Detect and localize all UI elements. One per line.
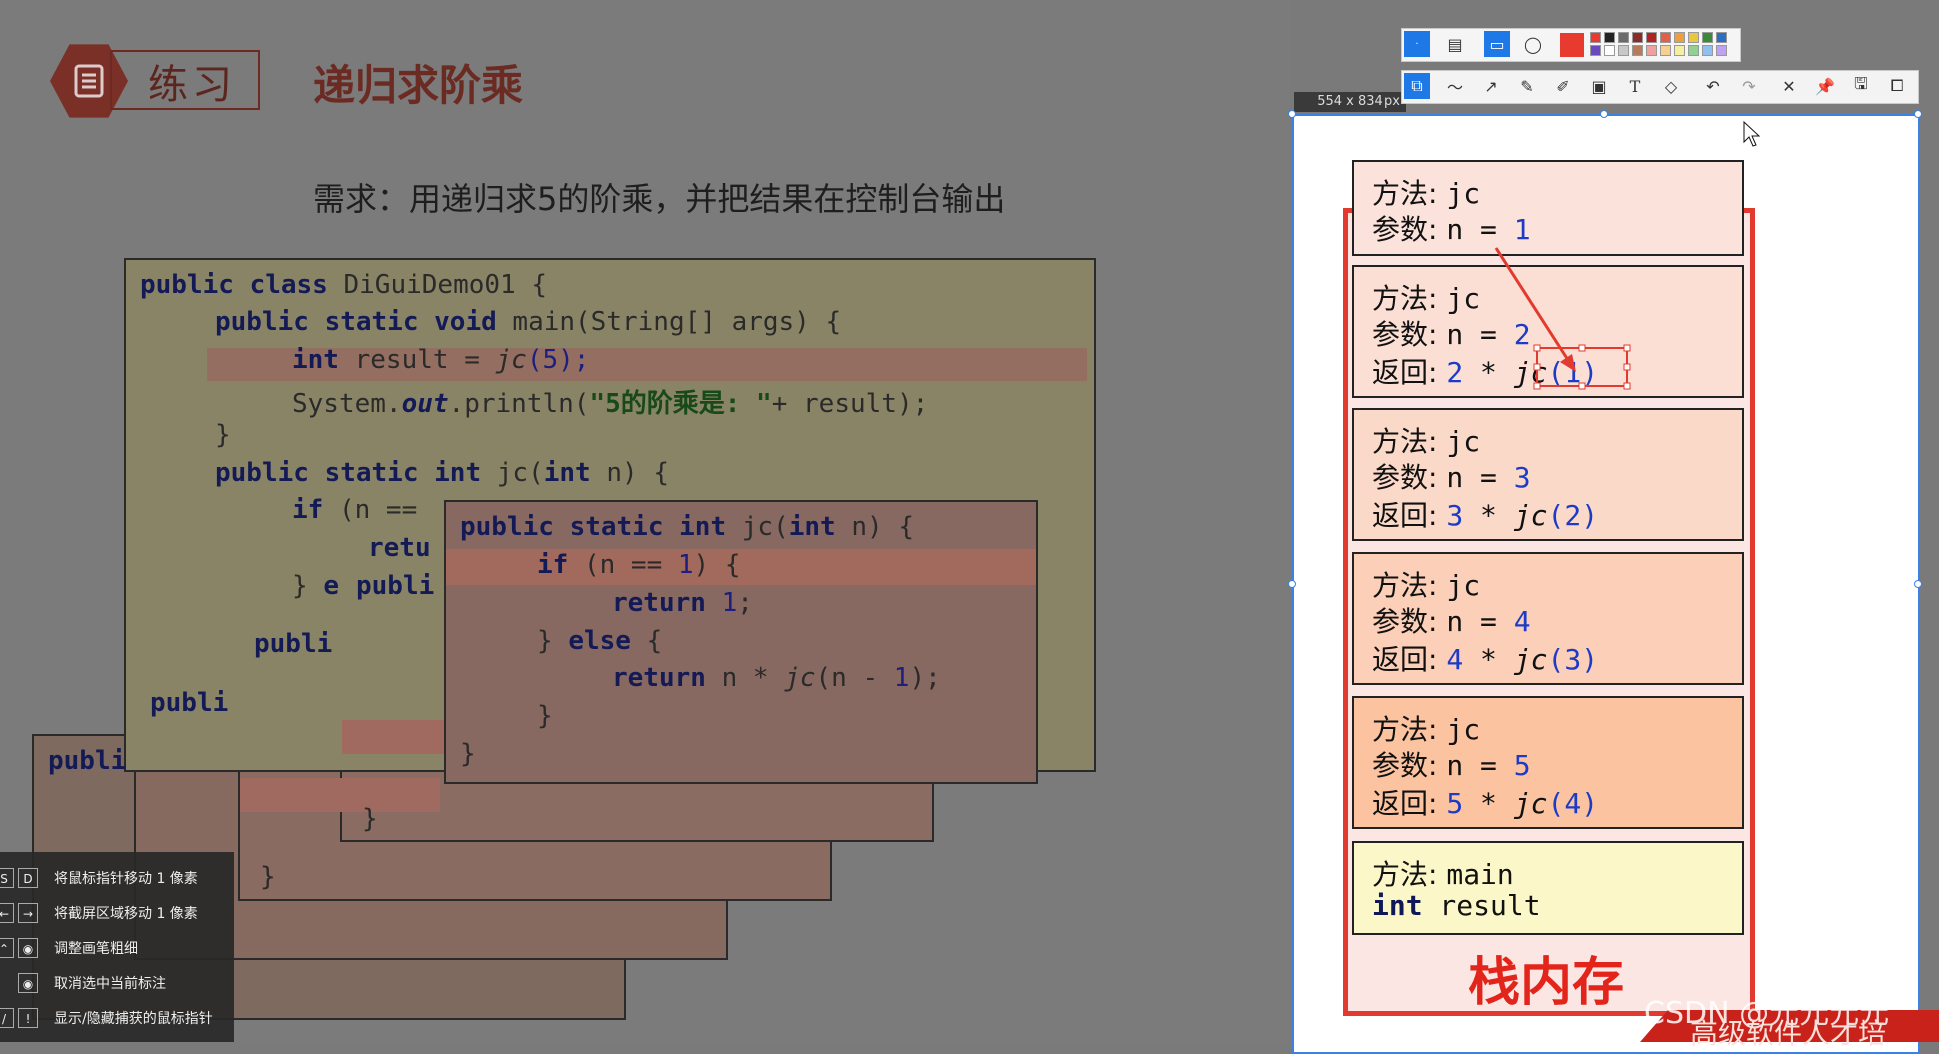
- hint-row: SD 将鼠标指针移动 1 像素: [0, 862, 234, 892]
- hint-row: /! 显示/隐藏捕获的鼠标指针: [0, 1002, 234, 1032]
- color-swatch[interactable]: [1618, 45, 1629, 56]
- color-swatch[interactable]: [1646, 45, 1657, 56]
- color-swatch[interactable]: [1674, 45, 1685, 56]
- color-swatch[interactable]: [1702, 32, 1713, 43]
- pin-icon[interactable]: 📌: [1812, 73, 1838, 99]
- polyline-tool-icon[interactable]: 〜: [1442, 73, 1468, 99]
- color-swatch[interactable]: [1660, 45, 1671, 56]
- hint-row: ◉ 取消选中当前标注: [0, 967, 234, 997]
- marker-tool-icon[interactable]: ✐: [1550, 73, 1576, 99]
- color-swatch[interactable]: [1604, 32, 1615, 43]
- close-icon[interactable]: ✕: [1776, 73, 1802, 99]
- hint-row: ← → 将截屏区域移动 1 像素: [0, 897, 234, 927]
- annotation-rectangle: [1536, 347, 1628, 387]
- current-color-swatch[interactable]: [1560, 33, 1584, 57]
- color-swatch[interactable]: [1590, 32, 1601, 43]
- copy-icon[interactable]: ⧠: [1884, 73, 1910, 99]
- select-region-button[interactable]: ⧉: [1404, 73, 1430, 99]
- undo-icon[interactable]: ↶: [1700, 73, 1726, 99]
- pen-size-small-button[interactable]: ·: [1404, 31, 1430, 57]
- fill-pattern-button[interactable]: ▤: [1442, 31, 1468, 57]
- color-swatch[interactable]: [1716, 32, 1727, 43]
- hint-row: ⌃ ◉ 调整画笔粗细: [0, 932, 234, 962]
- eraser-tool-icon[interactable]: ◇: [1658, 73, 1684, 99]
- rectangle-shape-button[interactable]: ▭: [1484, 31, 1510, 57]
- color-palette[interactable]: [1590, 32, 1738, 58]
- text-tool-icon[interactable]: T: [1622, 73, 1648, 99]
- color-swatch[interactable]: [1632, 32, 1643, 43]
- color-swatch[interactable]: [1604, 45, 1615, 56]
- arrow-tool-icon[interactable]: ↗: [1478, 73, 1504, 99]
- color-swatch[interactable]: [1618, 32, 1629, 43]
- color-swatch[interactable]: [1632, 45, 1643, 56]
- color-swatch[interactable]: [1590, 45, 1601, 56]
- color-swatch[interactable]: [1688, 32, 1699, 43]
- annotation-arrow: [1494, 247, 1570, 361]
- mouse-cursor-icon: [1743, 120, 1761, 147]
- mosaic-tool-icon[interactable]: ▣: [1586, 73, 1612, 99]
- color-swatch[interactable]: [1646, 32, 1657, 43]
- save-icon[interactable]: 🖫: [1848, 73, 1874, 99]
- shortcut-hints-panel: SD 将鼠标指针移动 1 像素 ← → 将截屏区域移动 1 像素 ⌃ ◉ 调整画笔粗…: [0, 852, 234, 1042]
- color-swatch[interactable]: [1716, 45, 1727, 56]
- color-swatch[interactable]: [1702, 45, 1713, 56]
- color-swatch[interactable]: [1674, 32, 1685, 43]
- brand-watermark: 高级软件人才培: [1690, 1017, 1887, 1050]
- color-swatch[interactable]: [1660, 32, 1671, 43]
- pencil-tool-icon[interactable]: ✎: [1514, 73, 1540, 99]
- color-swatch[interactable]: [1688, 45, 1699, 56]
- annotation-arrowhead: [1560, 354, 1576, 372]
- annotation-layer: [1494, 120, 1939, 1042]
- ellipse-shape-button[interactable]: ◯: [1520, 31, 1546, 57]
- redo-icon[interactable]: ↷: [1736, 73, 1762, 99]
